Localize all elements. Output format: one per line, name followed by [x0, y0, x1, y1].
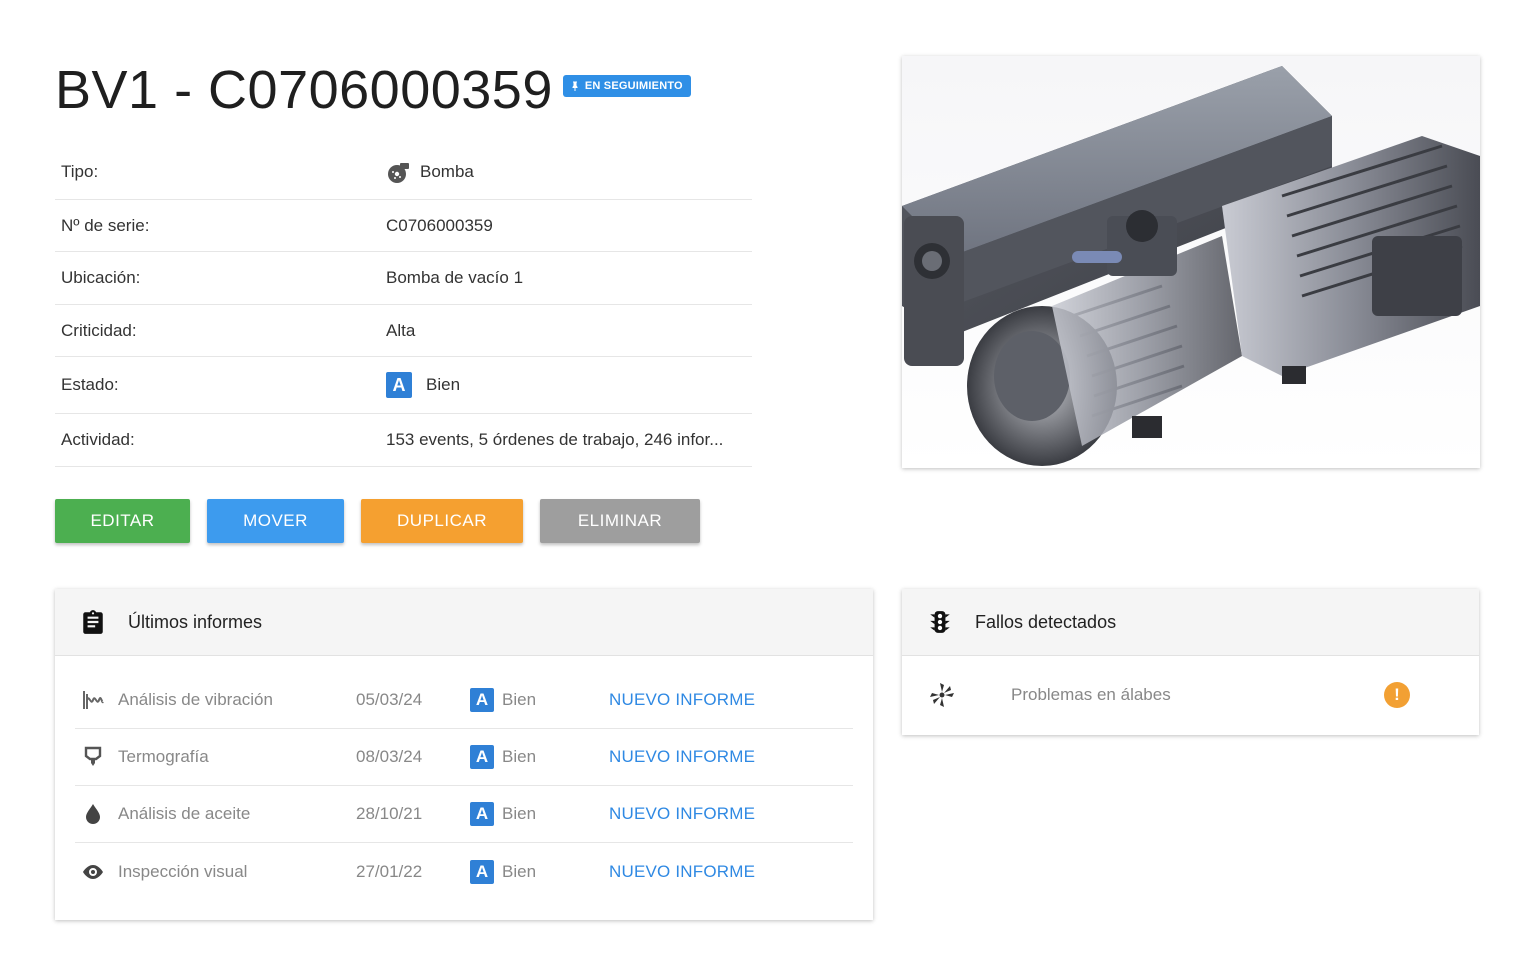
info-row-status: Estado: A Bien — [55, 357, 752, 414]
info-value: Bomba de vacío 1 — [386, 268, 524, 287]
report-name: Análisis de vibración — [118, 690, 273, 709]
asset-image — [902, 56, 1480, 468]
fault-name: Problemas en álabes — [1011, 685, 1171, 704]
report-name: Inspección visual — [118, 861, 248, 881]
report-date: 05/03/24 — [356, 690, 423, 709]
grade-badge: A — [470, 802, 494, 826]
info-label: Actividad: — [61, 430, 135, 449]
info-row-criticality: Criticidad: Alta — [55, 305, 752, 357]
asset-info-table: Tipo: Bomba Nº de serie: C0706000359 Ubi… — [55, 145, 752, 467]
thermography-icon — [84, 746, 102, 766]
info-row-activity: Actividad: 153 events, 5 órdenes de trab… — [55, 414, 752, 467]
status-badge: EN SEGUIMIENTO — [562, 75, 691, 97]
info-label: Estado: — [61, 375, 119, 394]
report-date: 28/10/21 — [356, 804, 423, 823]
new-report-link[interactable]: NUEVO INFORME — [609, 862, 755, 882]
info-value: Alta — [386, 320, 416, 340]
report-row: Análisis de vibración 05/03/24 A Bien NU… — [75, 672, 853, 729]
edit-button[interactable]: EDITAR — [55, 499, 190, 543]
report-status: Bien — [502, 690, 537, 709]
pin-icon — [572, 81, 578, 91]
info-label: Criticidad: — [61, 320, 137, 340]
fault-row: Problemas en álabes ! — [902, 656, 1479, 734]
report-status: Bien — [502, 804, 537, 823]
report-name: Análisis de aceite — [118, 804, 251, 823]
move-button[interactable]: MOVER — [207, 499, 344, 543]
report-row: Termografía 08/03/24 A Bien NUEVO INFORM… — [75, 729, 853, 786]
eye-icon — [83, 864, 103, 879]
impeller-icon — [930, 683, 954, 707]
grade-badge: A — [470, 745, 494, 769]
info-row-type: Tipo: Bomba — [55, 145, 752, 200]
vacuum-pump-illustration — [902, 66, 1480, 466]
info-row-serial: Nº de serie: C0706000359 — [55, 200, 752, 252]
report-row: Análisis de aceite 28/10/21 A Bien NUEVO… — [75, 786, 853, 843]
clipboard-icon — [83, 610, 103, 634]
latest-reports-panel: Últimos informes Análisis de vibración 0… — [55, 589, 873, 920]
info-label: Ubicación: — [61, 268, 141, 287]
action-buttons: EDITAR MOVER DUPLICAR ELIMINAR — [55, 499, 700, 543]
grade-badge: A — [470, 688, 494, 712]
page-header: BV1 - C0706000359 EN SEGUIMIENTO — [55, 58, 691, 122]
report-name: Termografía — [118, 747, 209, 766]
info-value: 153 events, 5 órdenes de trabajo, 246 in… — [386, 430, 724, 449]
info-value: Bien — [426, 375, 461, 394]
detected-faults-panel: Fallos detectados Problemas en álabes ! — [902, 589, 1479, 735]
panel-header: Fallos detectados — [902, 589, 1479, 656]
page-title: BV1 - C0706000359 — [55, 60, 553, 120]
grade-badge: A — [470, 859, 494, 884]
panel-header: Últimos informes — [55, 589, 873, 656]
info-label: Nº de serie: — [61, 215, 150, 235]
report-status: Bien — [502, 747, 537, 766]
panel-title: Últimos informes — [128, 611, 263, 632]
duplicate-button[interactable]: DUPLICAR — [361, 499, 523, 543]
status-badge-label: EN SEGUIMIENTO — [584, 80, 683, 92]
vibration-icon — [83, 691, 104, 709]
new-report-link[interactable]: NUEVO INFORME — [609, 690, 755, 710]
report-status: Bien — [502, 861, 537, 881]
report-row: Inspección visual 27/01/22 A Bien NUEVO … — [75, 843, 853, 900]
info-value: Bomba — [420, 162, 474, 181]
grade-badge: A — [386, 372, 412, 398]
panel-title: Fallos detectados — [975, 611, 1117, 632]
info-value: C0706000359 — [386, 215, 493, 235]
pump-icon — [388, 163, 409, 183]
traffic-light-icon — [930, 611, 950, 633]
report-date: 27/01/22 — [356, 861, 423, 881]
new-report-link[interactable]: NUEVO INFORME — [609, 747, 755, 767]
new-report-link[interactable]: NUEVO INFORME — [609, 804, 755, 824]
delete-button[interactable]: ELIMINAR — [540, 499, 700, 543]
report-date: 08/03/24 — [356, 747, 423, 766]
info-label: Tipo: — [61, 162, 99, 181]
oil-drop-icon — [86, 804, 100, 824]
info-row-location: Ubicación: Bomba de vacío 1 — [55, 252, 752, 305]
warning-icon: ! — [1384, 682, 1410, 708]
